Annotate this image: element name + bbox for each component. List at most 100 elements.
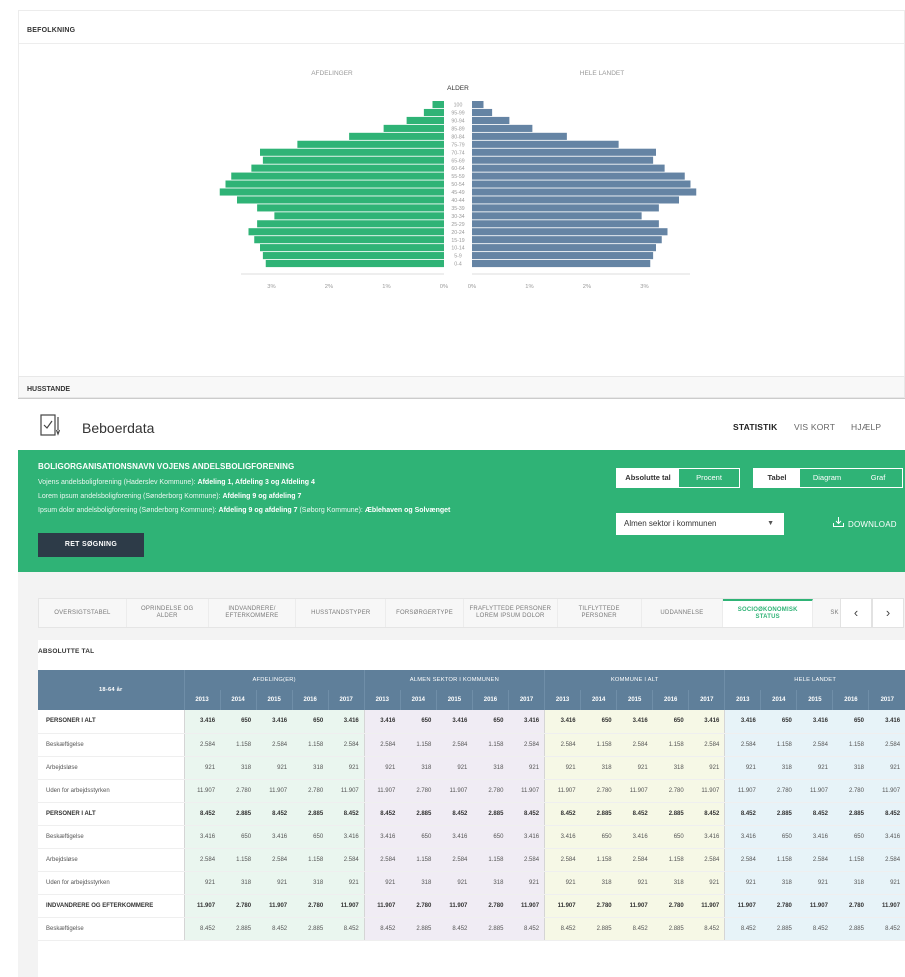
table-cell: 1.158 <box>652 848 689 872</box>
table-cell: 3.416 <box>796 825 833 849</box>
table-cell: 921 <box>328 871 365 895</box>
sector-select[interactable]: Almen sektor i kommunen ▼ <box>616 513 784 535</box>
tab-uddannelse[interactable]: UDDANNELSE <box>642 599 724 627</box>
table-cell: 921 <box>183 756 221 780</box>
table-cell: 8.452 <box>183 917 221 941</box>
year-header[interactable]: 2016 <box>471 690 509 710</box>
tab-fraflyttede-personer[interactable]: FRAFLYTTEDE PERSONER LOREM IPSUM DOLOR <box>464 599 558 627</box>
table-row: PERSONER I ALT 8.452 2.885 8.452 2.885 8.452 8… <box>38 802 905 826</box>
right-panel-label: HELE LANDET <box>580 70 624 77</box>
table-row: Beskæftigelse 2.584 1.158 2.584 1.158 2.584 2.… <box>38 733 905 757</box>
table-cell: 8.452 <box>796 802 833 826</box>
year-header[interactable]: 2015 <box>255 690 293 710</box>
year-header[interactable]: 2016 <box>652 690 689 710</box>
left-panel-label: AFDELINGER <box>311 70 353 77</box>
year-header[interactable]: 2016 <box>291 690 329 710</box>
tab-forsoergertype[interactable]: FORSØRGERTYPE <box>386 599 464 627</box>
row-label: Arbejdsløse <box>38 848 184 872</box>
tab-socioeconomisk-status[interactable]: SOCIOØKONOMISK STATUS <box>723 599 814 627</box>
table-cell: 2.780 <box>400 779 437 803</box>
year-header[interactable]: 2014 <box>399 690 437 710</box>
toggle-procent[interactable]: Procent <box>679 469 739 487</box>
year-header[interactable]: 2013 <box>183 690 221 710</box>
table-cell: 318 <box>292 756 329 780</box>
tabs-prev-button[interactable]: ‹ <box>840 598 872 628</box>
toggle-absolutte-tal[interactable]: Absolutte tal <box>617 469 679 487</box>
table-cell: 2.780 <box>472 779 509 803</box>
row-label: INDVANDRERE OG EFTERKOMMERE <box>38 894 184 918</box>
row-label: Arbejdsløse <box>38 756 184 780</box>
table-cell: 2.584 <box>796 848 833 872</box>
table-cell: 8.452 <box>796 917 833 941</box>
tab-tilflyttede-personer[interactable]: TILFLYTTEDE PERSONER <box>558 599 642 627</box>
table-row: Uden for arbejdsstyrken 921 318 921 318 921 92… <box>38 871 905 895</box>
table-cell: 318 <box>652 871 689 895</box>
table-cell: 650 <box>400 710 437 734</box>
toggle-graf[interactable]: Graf <box>854 469 902 487</box>
husstande-title: HUSSTANDE <box>27 386 71 393</box>
table-cell: 11.907 <box>256 894 293 918</box>
tab-oversigtstabel[interactable]: OVERSIGTSTABEL <box>39 599 127 627</box>
row-label: Uden for arbejdsstyrken <box>38 779 184 803</box>
left-bar <box>423 108 444 117</box>
table-cell: 2.584 <box>544 733 581 757</box>
tabs-next-button[interactable]: › <box>872 598 904 628</box>
year-header[interactable]: 2013 <box>724 690 761 710</box>
ret-soegning-button[interactable]: RET SØGNING <box>38 533 144 557</box>
year-header[interactable]: 2015 <box>616 690 653 710</box>
table-cell: 8.452 <box>508 917 545 941</box>
year-header[interactable]: 2017 <box>868 690 905 710</box>
year-header[interactable]: 2017 <box>507 690 545 710</box>
table-cell: 1.158 <box>832 733 869 757</box>
selection-line-3: Ipsum dolor andelsboligforening (Sønderb… <box>38 507 451 514</box>
toggle-tabel[interactable]: Tabel <box>754 469 800 487</box>
nav-statistik[interactable]: STATISTIK <box>733 422 777 432</box>
right-bar <box>472 180 691 188</box>
table-cell: 3.416 <box>688 825 725 849</box>
download-icon <box>833 517 844 527</box>
download-button[interactable]: DOWNLOAD <box>833 517 897 529</box>
year-header[interactable]: 2014 <box>760 690 797 710</box>
table-cell: 318 <box>760 871 797 895</box>
table-cell: 3.416 <box>616 825 653 849</box>
table-cell: 1.158 <box>580 848 617 872</box>
table-cell: 650 <box>292 825 329 849</box>
year-header[interactable]: 2017 <box>688 690 725 710</box>
year-header[interactable]: 2013 <box>544 690 581 710</box>
year-header[interactable]: 2015 <box>796 690 833 710</box>
table-cell: 11.907 <box>616 779 653 803</box>
year-header[interactable]: 2015 <box>435 690 473 710</box>
tab-indvandrere-efterkommere[interactable]: INDVANDRERE/ EFTERKOMMERE <box>209 599 297 627</box>
nav-vis-kort[interactable]: VIS KORT <box>794 422 835 432</box>
left-bar <box>383 124 444 132</box>
year-header[interactable]: 2014 <box>219 690 257 710</box>
year-header[interactable]: 2016 <box>832 690 869 710</box>
right-bar <box>472 196 679 204</box>
table-cell: 8.452 <box>544 917 581 941</box>
age-tick-label: 70-74 <box>451 150 464 156</box>
x-tick-label: 0% <box>468 284 476 290</box>
table-cell: 650 <box>472 825 509 849</box>
age-tick-label: 10-14 <box>451 246 464 252</box>
table-cell: 1.158 <box>760 848 797 872</box>
table-cell: 2.780 <box>472 894 509 918</box>
table-cell: 3.416 <box>183 825 221 849</box>
tab-husstandstyper[interactable]: HUSSTANDSTYPER <box>296 599 387 627</box>
toggle-diagram[interactable]: Diagram <box>800 469 854 487</box>
year-header[interactable]: 2013 <box>363 690 401 710</box>
table-cell: 921 <box>544 871 581 895</box>
left-bar <box>257 204 444 212</box>
age-tick-label: 15-19 <box>451 238 464 244</box>
year-header[interactable]: 2017 <box>327 690 365 710</box>
tab-oprindelse-og-alder[interactable]: OPRINDELSE OG ALDER <box>127 599 209 627</box>
husstande-section-header[interactable]: HUSSTANDE <box>18 376 905 398</box>
year-header[interactable]: 2014 <box>580 690 617 710</box>
table-cell: 2.584 <box>183 733 221 757</box>
right-bar <box>472 156 654 164</box>
nav-hjaelp[interactable]: HJÆLP <box>851 422 881 432</box>
table-row: Arbejdsløse 2.584 1.158 2.584 1.158 2.584 2.58… <box>38 848 905 872</box>
table-cell: 650 <box>292 710 329 734</box>
table-cell: 3.416 <box>363 710 401 734</box>
row-label: PERSONER I ALT <box>38 802 184 826</box>
x-tick-label: 1% <box>382 284 390 290</box>
